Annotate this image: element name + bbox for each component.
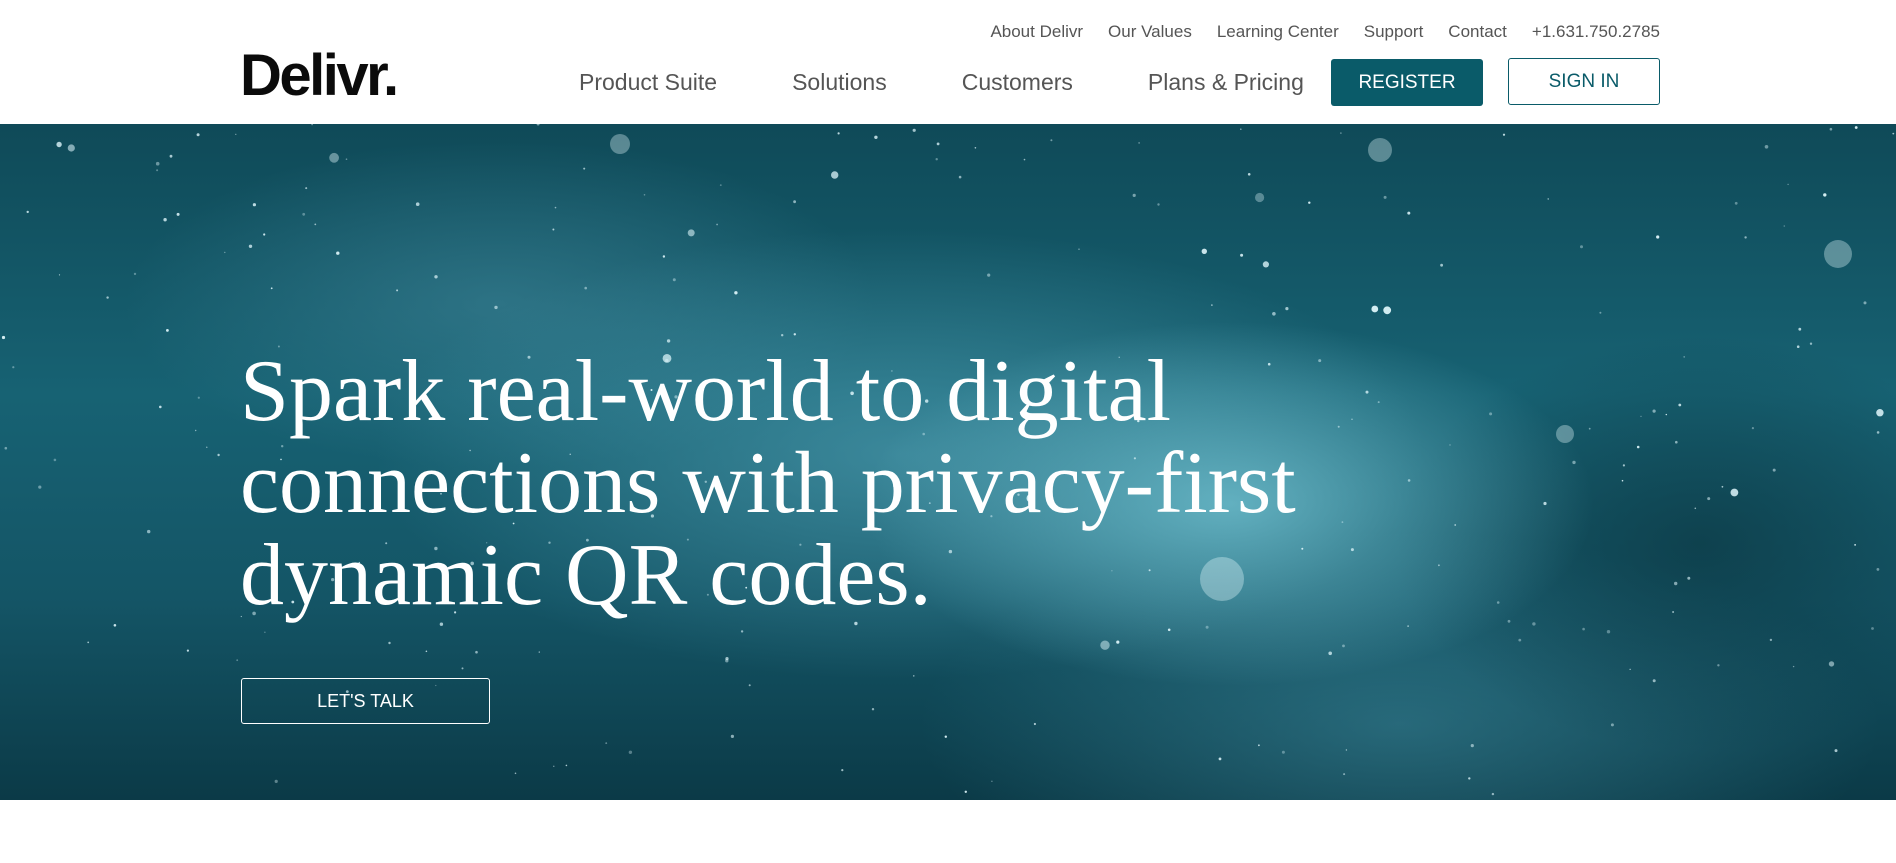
nav-product-suite[interactable]: Product Suite [579, 66, 717, 98]
utility-link-values[interactable]: Our Values [1108, 20, 1192, 44]
hero-headline: Spark real-world to digital connections … [240, 343, 1296, 624]
utility-link-support[interactable]: Support [1364, 20, 1424, 44]
utility-link-about[interactable]: About Delivr [990, 20, 1083, 44]
nav-plans-pricing[interactable]: Plans & Pricing [1148, 66, 1304, 98]
utility-link-learning-center[interactable]: Learning Center [1217, 20, 1339, 44]
hero-section: Spark real-world to digital connections … [0, 124, 1896, 800]
site-header: Delivr. About Delivr Our Values Learning… [0, 0, 1896, 124]
lets-talk-button[interactable]: LET'S TALK [241, 678, 490, 724]
nav-solutions[interactable]: Solutions [792, 66, 887, 98]
nav-customers[interactable]: Customers [962, 66, 1073, 98]
delivr-logo[interactable]: Delivr. [240, 44, 399, 108]
sign-in-button[interactable]: SIGN IN [1508, 58, 1660, 105]
utility-nav: About Delivr Our Values Learning Center … [965, 20, 1660, 44]
main-nav: Product Suite Solutions Customers Plans … [579, 66, 1379, 98]
utility-link-contact[interactable]: Contact [1448, 20, 1507, 44]
utility-phone-link[interactable]: +1.631.750.2785 [1532, 20, 1660, 44]
register-button[interactable]: REGISTER [1331, 59, 1483, 106]
